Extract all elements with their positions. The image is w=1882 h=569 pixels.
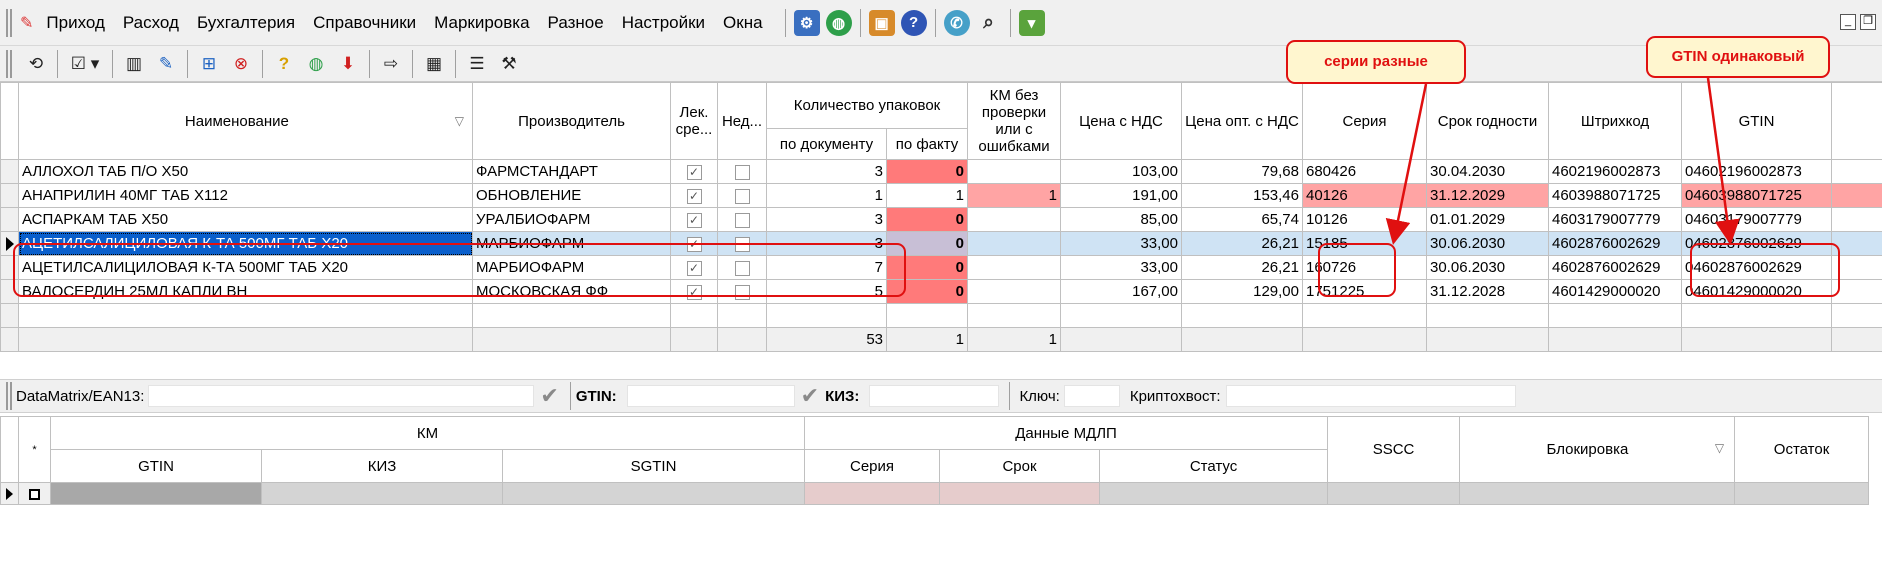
callout-series-different: серии разные [1286,40,1466,84]
callout-gtin-same: GTIN одинаковый [1646,36,1830,78]
annotation-arrows [1385,77,1740,245]
